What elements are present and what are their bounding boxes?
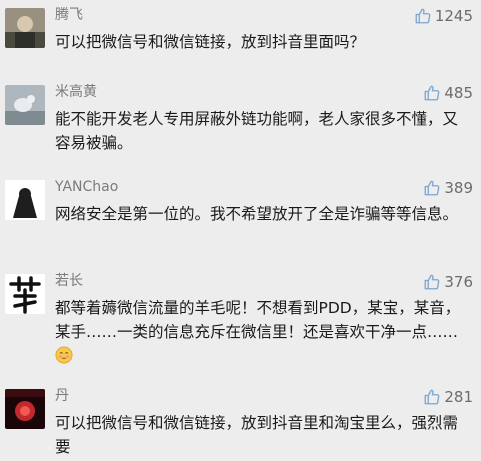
like-button[interactable]: 389 <box>423 178 473 198</box>
thumbs-up-icon <box>423 388 441 406</box>
like-button[interactable]: 281 <box>423 387 473 407</box>
like-count: 376 <box>444 273 473 291</box>
thumbs-up-icon <box>423 273 441 291</box>
comment-text: 都等着薅微信流量的羊毛呢！不想看到PDD，某宝，某音，某手……一类的信息充斥在微… <box>55 296 465 368</box>
comment-text: 可以把微信号和微信链接，放到抖音里和淘宝里么，强烈需要 <box>55 414 459 456</box>
awkward-face-emoji-icon <box>55 346 73 364</box>
like-count: 1245 <box>434 7 473 25</box>
comment-author[interactable]: 腾飞 <box>55 6 83 24</box>
avatar[interactable] <box>5 8 45 48</box>
thumbs-up-icon <box>423 179 441 197</box>
comment-text: 可以把微信号和微信链接，放到抖音里面吗？ <box>55 33 366 51</box>
comment-author[interactable]: 米高黄 <box>55 83 97 101</box>
like-count: 281 <box>444 388 473 406</box>
comment-list: { "colors": { "background": "#ededed", "… <box>0 0 481 461</box>
comment-text-body: 都等着薅微信流量的羊毛呢！不想看到PDD，某宝，某音，某手……一类的信息充斥在微… <box>55 299 461 341</box>
like-button[interactable]: 376 <box>423 272 473 292</box>
avatar[interactable] <box>5 85 45 125</box>
comment-author[interactable]: YANChao <box>55 178 118 196</box>
like-button[interactable]: 485 <box>423 83 473 103</box>
comment-author[interactable]: 丹 <box>55 387 69 405</box>
like-count: 389 <box>444 179 473 197</box>
like-count: 485 <box>444 84 473 102</box>
avatar[interactable] <box>5 274 45 314</box>
avatar[interactable] <box>5 389 45 429</box>
thumbs-up-icon <box>423 84 441 102</box>
like-button[interactable]: 1245 <box>414 6 473 26</box>
avatar[interactable] <box>5 180 45 220</box>
thumbs-up-icon <box>414 7 432 25</box>
comment-text: 网络安全是第一位的。我不希望放开了全是诈骗等等信息。 <box>55 205 459 223</box>
comment-text: 能不能开发老人专用屏蔽外链功能啊，老人家很多不懂，又容易被骗。 <box>55 110 459 152</box>
comment-author[interactable]: 若长 <box>55 272 83 290</box>
